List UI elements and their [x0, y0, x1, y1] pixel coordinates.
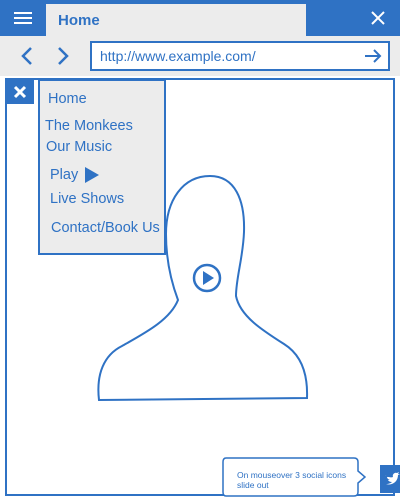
menu-item-play[interactable]: Play — [50, 167, 78, 183]
browser-tab[interactable]: Home — [46, 4, 306, 36]
twitter-button[interactable] — [380, 465, 400, 493]
menu-item-our-music[interactable]: Our Music — [46, 139, 112, 155]
chevron-left-icon[interactable] — [14, 42, 40, 70]
close-icon — [13, 85, 27, 99]
menu-item-contact-book-us[interactable]: Contact/Book Us — [51, 220, 160, 236]
browser-titlebar: Home — [0, 0, 400, 36]
chevron-right-icon[interactable] — [50, 42, 76, 70]
twitter-icon — [385, 472, 400, 485]
navigation-menu: Home The Monkees Our Music Play Live Sho… — [38, 79, 166, 255]
address-bar[interactable]: http://www.example.com/ — [90, 41, 390, 71]
tab-title: Home — [58, 12, 100, 29]
browser-navbar: http://www.example.com/ — [0, 36, 400, 76]
annotation-note-text: On mouseover 3 social icons slide out — [237, 470, 347, 490]
hamburger-menu-icon[interactable] — [10, 8, 36, 28]
close-menu-button[interactable] — [6, 80, 34, 104]
arrow-right-icon[interactable] — [362, 45, 384, 67]
menu-item-home[interactable]: Home — [48, 91, 87, 107]
url-text[interactable]: http://www.example.com/ — [100, 48, 256, 64]
play-triangle-icon[interactable] — [84, 166, 100, 184]
menu-item-the-monkees[interactable]: The Monkees — [45, 118, 133, 134]
menu-item-live-shows[interactable]: Live Shows — [50, 191, 124, 207]
close-window-icon[interactable] — [366, 6, 390, 30]
play-circle-icon[interactable] — [191, 262, 223, 294]
